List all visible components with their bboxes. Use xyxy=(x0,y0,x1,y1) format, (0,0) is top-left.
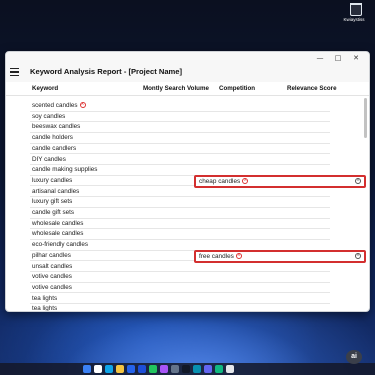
keyword-cell: tea lights xyxy=(32,305,58,312)
keyword-cell: tea lights xyxy=(32,294,58,302)
desktop-icon-label: Kwiaystiss xyxy=(343,17,365,22)
keyword-cell: scented candles xyxy=(32,102,78,109)
vertical-scrollbar[interactable] xyxy=(364,98,367,138)
explorer-icon[interactable] xyxy=(116,365,124,373)
minimize-button[interactable]: — xyxy=(311,53,329,63)
clear-field-icon[interactable]: × xyxy=(355,252,361,259)
keyword-cell: candle candlers xyxy=(32,144,77,152)
store-icon[interactable] xyxy=(127,365,135,373)
table-row[interactable]: candle holders xyxy=(30,133,330,144)
chrome-icon[interactable] xyxy=(149,365,157,373)
app-icon[interactable] xyxy=(160,365,168,373)
table-row[interactable]: candle gift sets xyxy=(30,208,330,219)
desktop-recycle-bin[interactable]: Kwiaystiss xyxy=(340,3,372,23)
table-row[interactable]: DIY candles xyxy=(30,155,330,166)
table-row[interactable]: scented candles × xyxy=(30,101,330,112)
recycle-bin-icon xyxy=(350,3,362,16)
media-icon[interactable] xyxy=(215,365,223,373)
mail-icon[interactable] xyxy=(138,365,146,373)
keyword-cell: soy candles xyxy=(32,112,66,120)
keyword-cell: wholesale candles xyxy=(32,219,84,227)
remove-chip-icon[interactable]: × xyxy=(242,178,249,185)
table-row[interactable]: candle candlers xyxy=(30,144,330,155)
keyword-table: scented candles × soy candles beeswax candl… xyxy=(6,96,366,312)
app-header: Keyword Analysis Report - [Project Name] xyxy=(6,64,369,82)
misc-icon[interactable] xyxy=(226,365,234,373)
column-header-relevance[interactable]: Relevance Score xyxy=(287,85,337,92)
window-controls: — □ ✕ xyxy=(311,53,365,63)
app-window: — □ ✕ Keyword Analysis Report - [Project… xyxy=(5,51,370,312)
keyword-cell: luxury gift sets xyxy=(32,198,73,206)
competition-chip-label: cheap candles xyxy=(199,177,241,185)
keyword-cell: wholesale candles xyxy=(32,230,84,238)
keyword-cell: luxury candles xyxy=(32,176,73,184)
keyword-cell: candle gift sets xyxy=(32,209,75,216)
page-title: Keyword Analysis Report - [Project Name] xyxy=(30,67,183,76)
table-row[interactable]: wholesale candles xyxy=(30,229,330,240)
maximize-button[interactable]: □ xyxy=(329,53,347,63)
competition-chip-label: free candles xyxy=(199,252,234,260)
keyword-cell: votive candles xyxy=(32,283,72,291)
column-headers: Keyword Montly Search Volume Competition… xyxy=(6,82,369,96)
assistant-badge[interactable]: ai xyxy=(346,350,362,364)
settings-icon[interactable] xyxy=(171,365,179,373)
table-row[interactable]: votive candles xyxy=(30,272,330,283)
keyword-cell: beeswax candles xyxy=(32,123,81,131)
keyword-cell: DIY candles xyxy=(32,155,66,163)
remove-keyword-icon[interactable]: × xyxy=(79,102,86,109)
column-header-competition[interactable]: Competition xyxy=(219,85,255,92)
table-row[interactable]: artisanal candles xyxy=(30,187,330,198)
clear-field-icon[interactable]: × xyxy=(355,177,361,184)
table-row[interactable]: unsalt candles xyxy=(30,262,330,273)
edge-icon[interactable] xyxy=(105,365,113,373)
photos-icon[interactable] xyxy=(193,365,201,373)
table-row[interactable]: votive candles xyxy=(30,283,330,294)
terminal-icon[interactable] xyxy=(182,365,190,373)
start-icon[interactable] xyxy=(83,365,91,373)
column-header-keyword[interactable]: Keyword xyxy=(32,85,58,92)
keyword-cell: votive candles xyxy=(32,273,72,281)
table-row[interactable]: tea lights xyxy=(30,294,330,305)
search-icon[interactable] xyxy=(94,365,102,373)
keyword-cell: pilhar candles xyxy=(32,251,71,259)
hamburger-menu-icon[interactable] xyxy=(10,68,19,77)
competition-input[interactable]: cheap candles × × xyxy=(194,174,366,188)
keyword-cell: candle making supplies xyxy=(32,166,98,174)
title-bar[interactable]: — □ ✕ xyxy=(6,52,369,64)
keyword-cell: eco-friendly candles xyxy=(32,241,89,249)
table-row[interactable]: beeswax candles xyxy=(30,122,330,133)
table-row[interactable]: wholesale candles xyxy=(30,219,330,230)
close-button[interactable]: ✕ xyxy=(347,53,365,63)
table-row[interactable]: luxury gift sets xyxy=(30,197,330,208)
remove-chip-icon[interactable]: × xyxy=(235,253,242,260)
keyword-cell: unsalt candles xyxy=(32,262,73,270)
keyword-cell: artisanal candles xyxy=(32,187,80,195)
column-header-search-volume[interactable]: Montly Search Volume xyxy=(143,85,209,92)
keyword-cell: candle holders xyxy=(32,134,73,142)
competition-chip: free candles × xyxy=(199,253,242,260)
teams-icon[interactable] xyxy=(204,365,212,373)
competition-input[interactable]: free candles × × xyxy=(194,249,366,263)
competition-chip: cheap candles × xyxy=(199,177,249,185)
taskbar xyxy=(0,363,375,375)
taskbar-icons xyxy=(83,365,234,373)
table-row[interactable]: soy candles xyxy=(30,112,330,123)
table-row[interactable]: tea lights xyxy=(30,304,330,312)
